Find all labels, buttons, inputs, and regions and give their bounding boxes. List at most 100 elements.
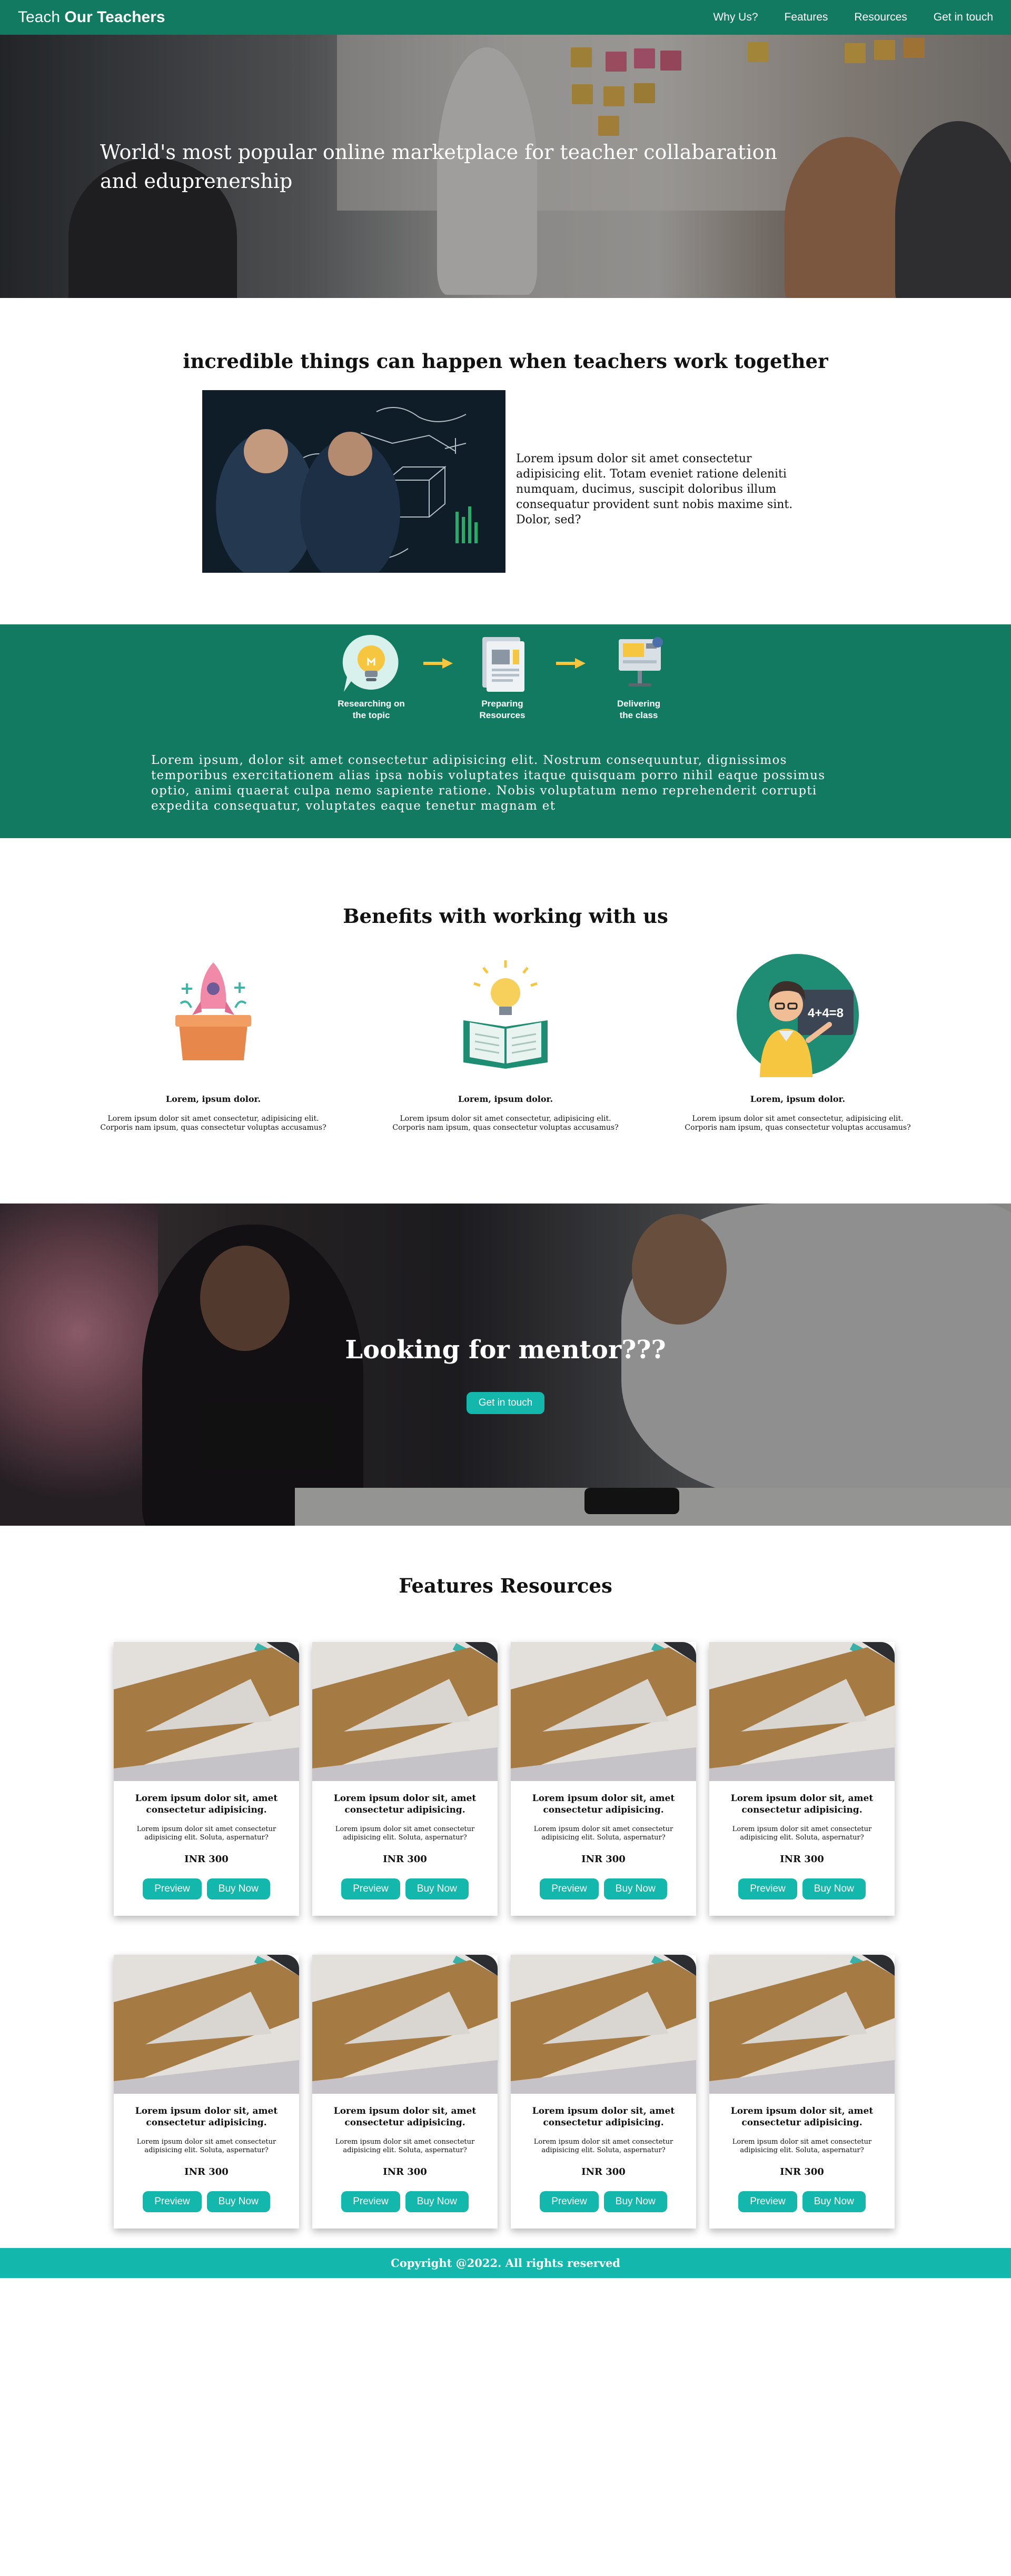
resource-description: Lorem ipsum dolor sit amet consectetur a… [136, 1825, 276, 1842]
resource-image [709, 1955, 895, 2094]
lightbulb-icon [340, 632, 403, 695]
intro-text: Lorem ipsum dolor sit amet consectetur a… [516, 452, 793, 526]
benefit-heading: Lorem, ipsum dolor. [458, 1094, 553, 1104]
resource-title: Lorem ipsum dolor sit, amet consectetur … [333, 2106, 477, 2128]
resource-description: Lorem ipsum dolor sit amet consectetur a… [533, 1825, 673, 1842]
resource-image [511, 1955, 696, 2094]
book-bulb-icon [442, 952, 569, 1078]
arrow-right-icon [556, 658, 586, 669]
process-step-prepare: Preparing Resources [460, 632, 544, 721]
teacher-icon: 4+4=8 [735, 952, 861, 1078]
nav-link-why-us[interactable]: Why Us? [713, 11, 758, 24]
resource-image [114, 1642, 299, 1781]
teachers-board-illustration [203, 391, 505, 572]
benefit-card: 4+4=8 Lorem, ipsum dolor. Lorem ipsum do… [671, 952, 924, 1132]
resource-actions: Preview Buy Now [312, 1878, 498, 1899]
step-label-line: Delivering [617, 699, 661, 709]
ruler-image [312, 1955, 498, 2094]
resource-description: Lorem ipsum dolor sit amet consectetur a… [335, 2138, 475, 2154]
step-label-line: the topic [352, 710, 390, 720]
resource-card: Lorem ipsum dolor sit, amet consectetur … [511, 1642, 696, 1916]
resource-description: Lorem ipsum dolor sit amet consectetur a… [335, 1825, 475, 1842]
resource-actions: Preview Buy Now [312, 2191, 498, 2212]
nav-link-get-in-touch[interactable]: Get in touch [934, 11, 993, 24]
preview-button[interactable]: Preview [738, 1878, 797, 1899]
resource-actions: Preview Buy Now [511, 1878, 696, 1899]
resource-card: Lorem ipsum dolor sit, amet consectetur … [511, 1955, 696, 2229]
buy-now-button[interactable]: Buy Now [405, 2191, 469, 2212]
nav-link-resources[interactable]: Resources [854, 11, 907, 24]
buy-now-button[interactable]: Buy Now [603, 2191, 667, 2212]
top-nav: Teach Our Teachers Why Us? Features Reso… [0, 0, 1011, 35]
step-label-line: the class [619, 710, 658, 720]
nav-links: Why Us? Features Resources Get in touch [713, 11, 993, 24]
buy-now-button[interactable]: Buy Now [206, 1878, 270, 1899]
resource-description: Lorem ipsum dolor sit amet consectetur a… [732, 2138, 872, 2154]
resource-title: Lorem ipsum dolor sit, amet consectetur … [333, 1793, 477, 1815]
mentor-title: Looking for mentor??? [345, 1335, 666, 1365]
intro-title: incredible things can happen when teache… [183, 350, 828, 373]
copyright-text: Copyright @2022. All rights reserved [391, 2256, 620, 2270]
resource-description: Lorem ipsum dolor sit amet consectetur a… [732, 1825, 872, 1842]
board-equation: 4+4=8 [808, 1006, 844, 1020]
ruler-image [114, 1642, 299, 1781]
buy-now-button[interactable]: Buy Now [206, 2191, 270, 2212]
get-in-touch-button[interactable]: Get in touch [467, 1392, 544, 1414]
resource-card: Lorem ipsum dolor sit, amet consectetur … [312, 1642, 498, 1916]
brand-logo[interactable]: Teach Our Teachers [18, 8, 165, 26]
hero-banner: World's most popular online marketplace … [0, 0, 1011, 298]
ruler-image [312, 1642, 498, 1781]
brand-bold: Our Teachers [64, 8, 165, 26]
resource-price: INR 300 [184, 1854, 229, 1865]
preview-button[interactable]: Preview [738, 2191, 797, 2212]
benefit-heading: Lorem, ipsum dolor. [750, 1094, 846, 1104]
mentor-overlay [0, 1204, 1011, 1526]
process-step-research: Researching on the topic [329, 632, 413, 721]
nav-link-features[interactable]: Features [785, 11, 828, 24]
resource-card: Lorem ipsum dolor sit, amet consectetur … [709, 1955, 895, 2229]
resource-actions: Preview Buy Now [511, 2191, 696, 2212]
benefit-body: Lorem ipsum dolor sit amet consectetur, … [392, 1115, 619, 1132]
footer: Copyright @2022. All rights reserved [0, 2248, 1011, 2278]
process-step-label: Delivering the class [597, 698, 681, 721]
resource-card: Lorem ipsum dolor sit, amet consectetur … [114, 1642, 299, 1916]
resource-title: Lorem ipsum dolor sit, amet consectetur … [730, 1793, 874, 1815]
ruler-image [709, 1955, 895, 2094]
resource-price: INR 300 [383, 2166, 427, 2177]
document-icon [471, 632, 534, 695]
step-label-line: Preparing [481, 699, 523, 709]
preview-button[interactable]: Preview [143, 2191, 202, 2212]
benefit-card: Lorem, ipsum dolor. Lorem ipsum dolor si… [379, 952, 632, 1132]
buy-now-button[interactable]: Buy Now [802, 2191, 866, 2212]
step-label-line: Researching on [338, 699, 405, 709]
resource-price: INR 300 [383, 1854, 427, 1865]
buy-now-button[interactable]: Buy Now [405, 1878, 469, 1899]
preview-button[interactable]: Preview [540, 2191, 599, 2212]
benefit-card: Lorem, ipsum dolor. Lorem ipsum dolor si… [87, 952, 340, 1132]
brand-prefix: Teach [18, 8, 61, 26]
resource-actions: Preview Buy Now [709, 1878, 895, 1899]
benefit-body: Lorem ipsum dolor sit amet consectetur, … [685, 1115, 911, 1132]
arrow-right-icon [423, 658, 453, 669]
process-section: Researching on the topic Preparing Resou… [0, 624, 1011, 838]
resource-card: Lorem ipsum dolor sit, amet consectetur … [709, 1642, 895, 1916]
preview-button[interactable]: Preview [341, 2191, 400, 2212]
resource-title: Lorem ipsum dolor sit, amet consectetur … [730, 2106, 874, 2128]
resource-price: INR 300 [581, 2166, 626, 2177]
mentor-banner: Looking for mentor??? Get in touch [0, 1204, 1011, 1526]
resource-card: Lorem ipsum dolor sit, amet consectetur … [114, 1955, 299, 2229]
resource-image [312, 1642, 498, 1781]
ruler-image [511, 1955, 696, 2094]
preview-button[interactable]: Preview [540, 1878, 599, 1899]
benefit-body: Lorem ipsum dolor sit amet consectetur, … [100, 1115, 326, 1132]
preview-button[interactable]: Preview [341, 1878, 400, 1899]
process-step-label: Researching on the topic [329, 698, 413, 721]
buy-now-button[interactable]: Buy Now [603, 1878, 667, 1899]
resource-description: Lorem ipsum dolor sit amet consectetur a… [533, 2138, 673, 2154]
ruler-image [709, 1642, 895, 1781]
resource-image [709, 1642, 895, 1781]
preview-button[interactable]: Preview [143, 1878, 202, 1899]
buy-now-button[interactable]: Buy Now [802, 1878, 866, 1899]
resource-image [312, 1955, 498, 2094]
resource-image [114, 1955, 299, 2094]
